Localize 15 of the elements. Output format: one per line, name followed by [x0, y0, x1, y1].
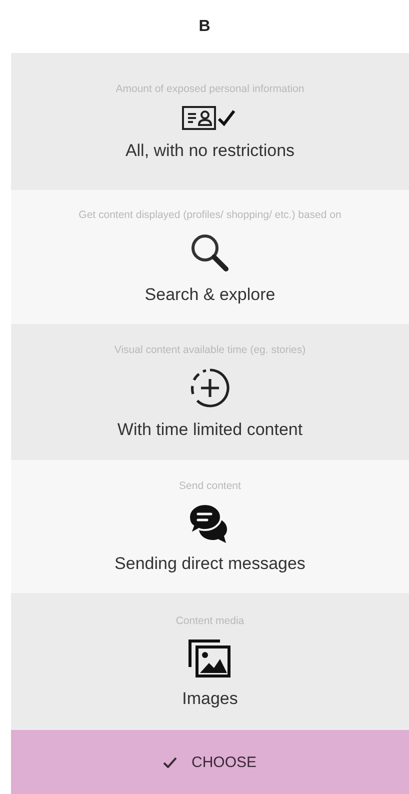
- option-value: Images: [182, 688, 238, 708]
- dashed-circle-plus-icon: [188, 366, 232, 410]
- option-value: All, with no restrictions: [125, 140, 295, 160]
- option-card[interactable]: Send content Sending direct messages: [11, 460, 409, 593]
- option-card[interactable]: Get content displayed (profiles/ shopping/ etc.) based on Search & explore: [11, 190, 409, 324]
- check-icon: [163, 756, 178, 768]
- choose-button[interactable]: CHOOSE: [11, 730, 409, 794]
- images-icon: [188, 636, 232, 678]
- id-card-check-icon: [182, 104, 238, 130]
- option-caption: Get content displayed (profiles/ shopping/ etc.) based on: [78, 209, 342, 221]
- option-caption: Send content: [179, 480, 241, 492]
- page-title: B: [198, 18, 210, 36]
- option-value: Search & explore: [144, 285, 276, 305]
- option-value: With time limited content: [117, 420, 303, 440]
- option-value: Sending direct messages: [114, 554, 306, 574]
